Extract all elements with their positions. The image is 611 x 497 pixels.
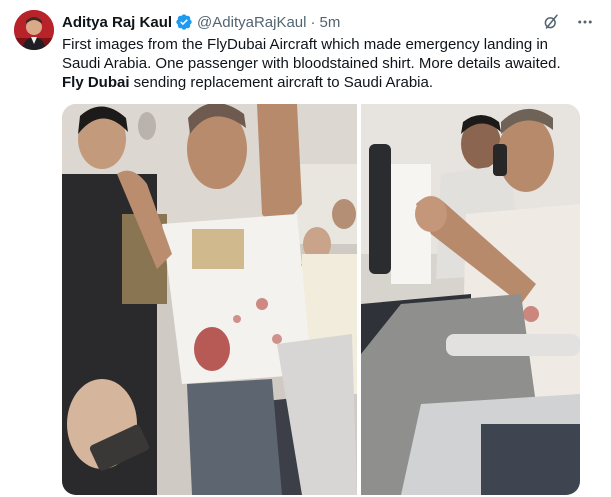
tweet: Aditya Raj Kaul @AdityaRajKaul · 5m Firs… xyxy=(0,0,611,497)
media-grid xyxy=(62,104,580,495)
tweet-text-line-2: Saudi Arabia. One passenger with bloodst… xyxy=(62,55,561,72)
tweet-header: Aditya Raj Kaul @AdityaRajKaul · 5m xyxy=(62,12,595,32)
tweet-text-line-3: Fly Dubai sending replacement aircraft t… xyxy=(62,73,592,92)
author-display-name[interactable]: Aditya Raj Kaul xyxy=(62,14,172,31)
more-options-icon[interactable] xyxy=(575,12,595,32)
photo-passenger-seated[interactable] xyxy=(361,104,580,495)
separator-dot: · xyxy=(310,13,316,31)
tweet-bold-mention: Fly Dubai xyxy=(62,74,130,91)
photo-passenger-standing[interactable] xyxy=(62,104,357,495)
tweet-timestamp[interactable]: 5m xyxy=(319,14,340,31)
tweet-text-line-1: First images from the FlyDubai Aircraft … xyxy=(62,36,549,53)
grok-icon[interactable] xyxy=(541,12,561,32)
tweet-text-line-3-rest: sending replacement aircraft to Saudi Ar… xyxy=(129,74,434,91)
header-actions xyxy=(541,12,595,32)
author-avatar[interactable] xyxy=(14,10,54,50)
verified-badge-icon xyxy=(175,13,193,31)
author-handle[interactable]: @AdityaRajKaul xyxy=(197,14,306,31)
tweet-text: First images from the FlyDubai Aircraft … xyxy=(62,35,592,92)
